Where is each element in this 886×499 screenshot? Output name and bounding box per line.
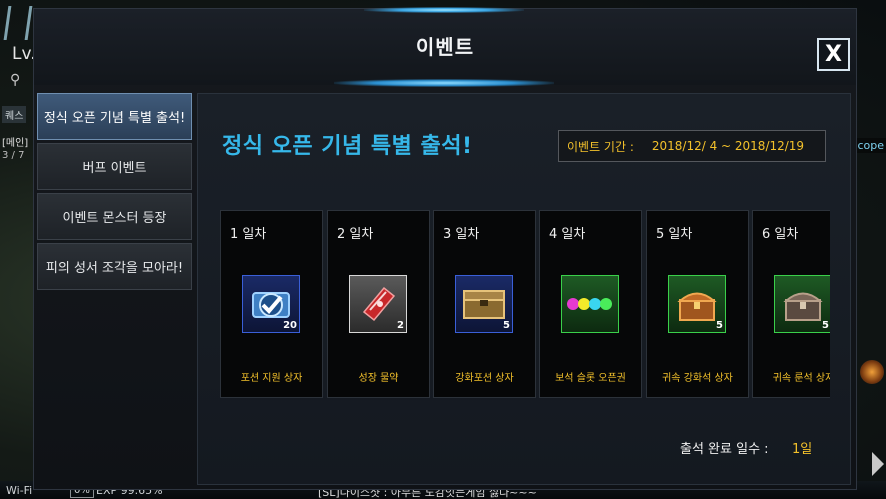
item-count: 20	[283, 320, 297, 331]
day-label: 6 일차	[762, 227, 799, 242]
skill-glow-icon[interactable]	[860, 360, 884, 384]
bound-rune-stone-chest-icon	[783, 292, 823, 321]
reward-item-name: 성장 물약	[358, 373, 399, 384]
reward-item-slot[interactable]: 5	[774, 275, 830, 333]
background-hud-right: scope	[849, 0, 886, 499]
item-count: 5	[716, 320, 723, 331]
enhance-potion-chest-icon	[463, 290, 505, 319]
sidebar-item-label: 피의 성서 조각을 모아라!	[45, 261, 184, 276]
arrow-right-icon[interactable]	[872, 452, 884, 476]
growth-potion-ticket-icon	[362, 286, 396, 322]
close-button[interactable]: X	[817, 38, 850, 71]
attendance-day-card[interactable]: 2 일차 2 성장 물약	[327, 210, 430, 398]
quest-progress: 3 / 7	[2, 150, 25, 161]
item-count: 5	[503, 320, 510, 331]
reward-item-name: 귀속 룬석 상자	[772, 373, 830, 384]
sidebar-item-buff-event[interactable]: 버프 이벤트	[37, 143, 192, 190]
event-period-box: 이벤트 기간 : 2018/12/ 4 ~ 2018/12/19	[558, 130, 826, 162]
reward-item-slot[interactable]: 5	[455, 275, 513, 333]
reward-item-slot[interactable]: 20	[242, 275, 300, 333]
reward-item-slot[interactable]	[561, 275, 619, 333]
reward-item-name: 포션 지원 상자	[240, 373, 303, 384]
event-title: 정식 오픈 기념 특별 출석!	[222, 134, 473, 159]
reward-item-name: 강화포션 상자	[455, 373, 514, 384]
attendance-count-label: 출석 완료 일수 :	[680, 442, 769, 457]
background-hud-left: Lv. ⚲ 퀘스 [메인] 3 / 7	[0, 0, 36, 499]
event-dialog: 이벤트 X 정식 오픈 기념 특별 출석! 버프 이벤트 이벤트 몬스터 등장 …	[33, 7, 857, 490]
sidebar-item-open-attendance[interactable]: 정식 오픈 기념 특별 출석!	[37, 93, 192, 140]
reward-item-name: 귀속 강화석 상자	[662, 373, 733, 384]
reward-item-slot[interactable]: 2	[349, 275, 407, 333]
attendance-day-card[interactable]: 5 일차 5 귀속 강화석 상자	[646, 210, 749, 398]
guild-emblem-icon	[3, 6, 33, 40]
sidebar-item-label: 정식 오픈 기념 특별 출석!	[43, 111, 186, 126]
game-screen: Lv. ⚲ 퀘스 [메인] 3 / 7 scope Wi-Fi 0% EXP 9…	[0, 0, 886, 499]
header-glow-bottom	[334, 79, 554, 87]
day-label: 4 일차	[549, 227, 586, 242]
attendance-day-card[interactable]: 4 일차 보석 슬롯 오픈권	[539, 210, 642, 398]
attendance-day-card[interactable]: 6 일차 5 귀속 룬석 상자	[752, 210, 830, 398]
main-quest-tag: [메인]	[2, 138, 29, 149]
day-label: 3 일차	[443, 227, 480, 242]
sidebar-item-event-monster[interactable]: 이벤트 몬스터 등장	[37, 193, 192, 240]
reward-item-name: 보석 슬롯 오픈권	[555, 373, 626, 384]
day-label: 2 일차	[337, 227, 374, 242]
event-content-panel: 정식 오픈 기념 특별 출석! 이벤트 기간 : 2018/12/ 4 ~ 20…	[197, 93, 851, 485]
bound-enhance-stone-chest-icon	[677, 292, 717, 321]
event-period-label: 이벤트 기간 :	[567, 139, 634, 154]
event-sidebar: 정식 오픈 기념 특별 출석! 버프 이벤트 이벤트 몬스터 등장 피의 성서 …	[37, 93, 192, 293]
reward-item-slot[interactable]: 5	[668, 275, 726, 333]
search-key-icon[interactable]: ⚲	[10, 72, 20, 88]
event-period-value: 2018/12/ 4 ~ 2018/12/19	[651, 139, 805, 153]
attendance-count-value: 1일	[792, 442, 813, 457]
day-label: 1 일차	[230, 227, 267, 242]
attendance-day-card[interactable]: 3 일차 5 강화포션 상자	[433, 210, 536, 398]
dialog-title: 이벤트	[415, 35, 475, 59]
dialog-header: 이벤트 X	[34, 7, 856, 87]
potion-box-icon	[252, 292, 290, 318]
item-count: 2	[397, 320, 404, 331]
attendance-day-card[interactable]: 1 일차 20 포션 지원 상자	[220, 210, 323, 398]
sidebar-item-label: 버프 이벤트	[82, 161, 147, 176]
gem-slot-ticket-icon	[567, 298, 612, 310]
close-icon: X	[825, 41, 842, 67]
sidebar-item-label: 이벤트 몬스터 등장	[62, 211, 167, 226]
day-label: 5 일차	[656, 227, 693, 242]
sidebar-item-blood-scripture[interactable]: 피의 성서 조각을 모아라!	[37, 243, 192, 290]
quest-tag[interactable]: 퀘스	[2, 106, 27, 123]
attendance-day-list[interactable]: 1 일차 20 포션 지원 상자 2 일차 2 성장 물약 3 일차 5 강화포…	[220, 210, 830, 398]
wifi-indicator: Wi-Fi	[6, 484, 33, 497]
header-glow-top	[364, 7, 524, 13]
item-count: 5	[822, 320, 829, 331]
